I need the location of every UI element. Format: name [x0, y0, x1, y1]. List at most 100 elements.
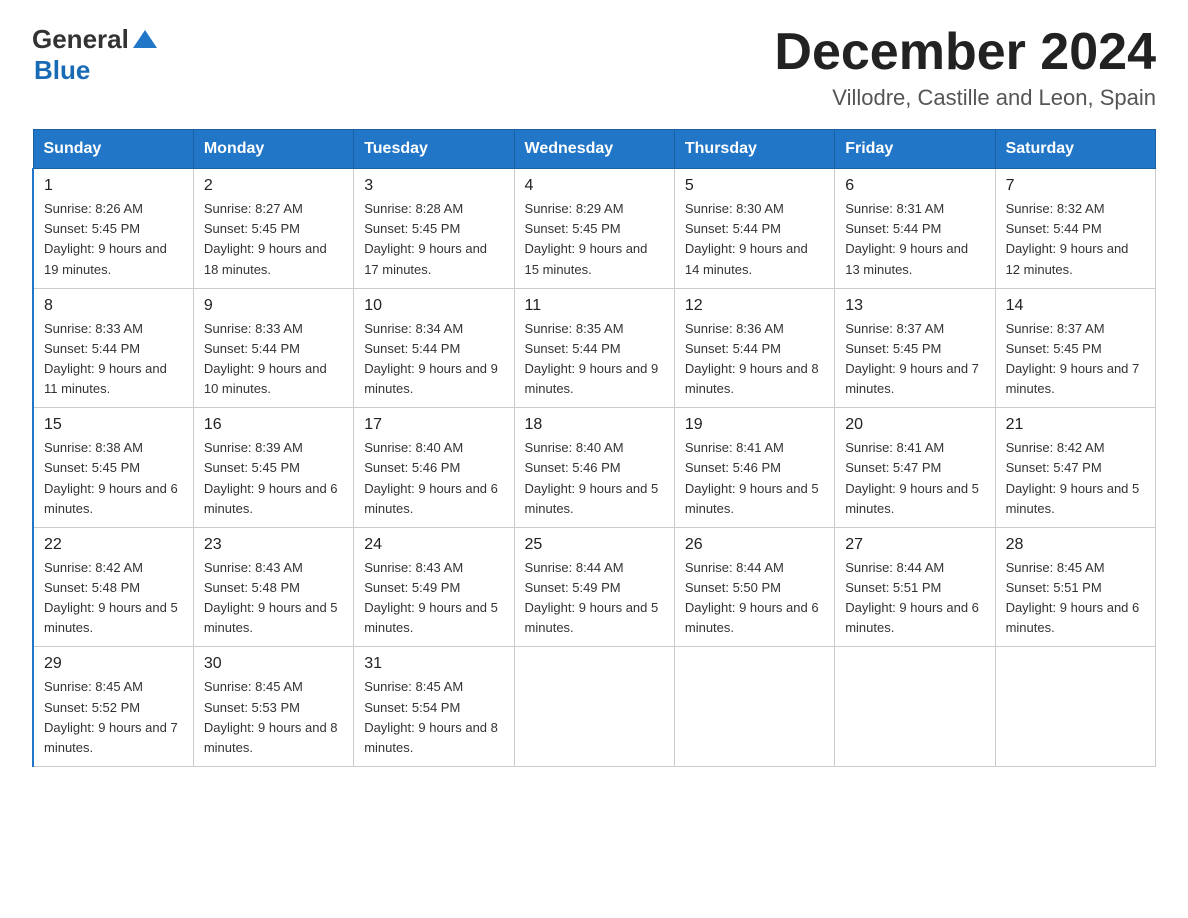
- header-monday: Monday: [193, 130, 353, 169]
- day-cell-9: 9 Sunrise: 8:33 AMSunset: 5:44 PMDayligh…: [193, 288, 353, 408]
- day-info: Sunrise: 8:44 AMSunset: 5:51 PMDaylight:…: [845, 560, 979, 635]
- day-info: Sunrise: 8:40 AMSunset: 5:46 PMDaylight:…: [525, 440, 659, 515]
- day-number: 29: [44, 655, 183, 673]
- day-cell-empty: [835, 647, 995, 767]
- day-info: Sunrise: 8:34 AMSunset: 5:44 PMDaylight:…: [364, 321, 498, 396]
- logo-icon: [131, 26, 159, 54]
- day-number: 20: [845, 416, 984, 434]
- day-cell-30: 30 Sunrise: 8:45 AMSunset: 5:53 PMDaylig…: [193, 647, 353, 767]
- day-number: 27: [845, 536, 984, 554]
- day-info: Sunrise: 8:29 AMSunset: 5:45 PMDaylight:…: [525, 201, 648, 276]
- day-info: Sunrise: 8:45 AMSunset: 5:52 PMDaylight:…: [44, 679, 178, 754]
- day-info: Sunrise: 8:39 AMSunset: 5:45 PMDaylight:…: [204, 440, 338, 515]
- day-cell-11: 11 Sunrise: 8:35 AMSunset: 5:44 PMDaylig…: [514, 288, 674, 408]
- day-info: Sunrise: 8:45 AMSunset: 5:51 PMDaylight:…: [1006, 560, 1140, 635]
- day-number: 26: [685, 536, 824, 554]
- day-number: 21: [1006, 416, 1145, 434]
- day-number: 6: [845, 177, 984, 195]
- day-number: 24: [364, 536, 503, 554]
- day-cell-28: 28 Sunrise: 8:45 AMSunset: 5:51 PMDaylig…: [995, 527, 1155, 647]
- header-friday: Friday: [835, 130, 995, 169]
- day-info: Sunrise: 8:36 AMSunset: 5:44 PMDaylight:…: [685, 321, 819, 396]
- location-title: Villodre, Castille and Leon, Spain: [774, 85, 1156, 111]
- day-number: 11: [525, 297, 664, 315]
- day-cell-14: 14 Sunrise: 8:37 AMSunset: 5:45 PMDaylig…: [995, 288, 1155, 408]
- day-number: 1: [44, 177, 183, 195]
- day-cell-27: 27 Sunrise: 8:44 AMSunset: 5:51 PMDaylig…: [835, 527, 995, 647]
- day-number: 17: [364, 416, 503, 434]
- day-cell-empty: [674, 647, 834, 767]
- day-number: 10: [364, 297, 503, 315]
- day-info: Sunrise: 8:43 AMSunset: 5:48 PMDaylight:…: [204, 560, 338, 635]
- day-cell-25: 25 Sunrise: 8:44 AMSunset: 5:49 PMDaylig…: [514, 527, 674, 647]
- day-cell-empty: [514, 647, 674, 767]
- day-number: 15: [44, 416, 183, 434]
- day-number: 25: [525, 536, 664, 554]
- weekday-header-row: Sunday Monday Tuesday Wednesday Thursday…: [33, 130, 1156, 169]
- day-info: Sunrise: 8:45 AMSunset: 5:54 PMDaylight:…: [364, 679, 498, 754]
- day-info: Sunrise: 8:43 AMSunset: 5:49 PMDaylight:…: [364, 560, 498, 635]
- logo-blue-text: Blue: [34, 55, 90, 86]
- day-cell-1: 1 Sunrise: 8:26 AMSunset: 5:45 PMDayligh…: [33, 169, 193, 289]
- header-tuesday: Tuesday: [354, 130, 514, 169]
- day-number: 30: [204, 655, 343, 673]
- day-cell-3: 3 Sunrise: 8:28 AMSunset: 5:45 PMDayligh…: [354, 169, 514, 289]
- day-number: 14: [1006, 297, 1145, 315]
- day-number: 18: [525, 416, 664, 434]
- day-info: Sunrise: 8:28 AMSunset: 5:45 PMDaylight:…: [364, 201, 487, 276]
- day-info: Sunrise: 8:45 AMSunset: 5:53 PMDaylight:…: [204, 679, 338, 754]
- day-number: 7: [1006, 177, 1145, 195]
- day-info: Sunrise: 8:41 AMSunset: 5:47 PMDaylight:…: [845, 440, 979, 515]
- week-row-3: 15 Sunrise: 8:38 AMSunset: 5:45 PMDaylig…: [33, 408, 1156, 528]
- day-cell-18: 18 Sunrise: 8:40 AMSunset: 5:46 PMDaylig…: [514, 408, 674, 528]
- month-title: December 2024: [774, 24, 1156, 81]
- day-info: Sunrise: 8:27 AMSunset: 5:45 PMDaylight:…: [204, 201, 327, 276]
- day-number: 31: [364, 655, 503, 673]
- day-number: 16: [204, 416, 343, 434]
- week-row-1: 1 Sunrise: 8:26 AMSunset: 5:45 PMDayligh…: [33, 169, 1156, 289]
- day-info: Sunrise: 8:26 AMSunset: 5:45 PMDaylight:…: [44, 201, 167, 276]
- day-cell-31: 31 Sunrise: 8:45 AMSunset: 5:54 PMDaylig…: [354, 647, 514, 767]
- logo: General Blue: [32, 24, 159, 86]
- day-cell-5: 5 Sunrise: 8:30 AMSunset: 5:44 PMDayligh…: [674, 169, 834, 289]
- day-cell-22: 22 Sunrise: 8:42 AMSunset: 5:48 PMDaylig…: [33, 527, 193, 647]
- day-number: 28: [1006, 536, 1145, 554]
- header-thursday: Thursday: [674, 130, 834, 169]
- day-info: Sunrise: 8:33 AMSunset: 5:44 PMDaylight:…: [44, 321, 167, 396]
- day-number: 22: [44, 536, 183, 554]
- day-number: 3: [364, 177, 503, 195]
- calendar-table: Sunday Monday Tuesday Wednesday Thursday…: [32, 129, 1156, 767]
- header-wednesday: Wednesday: [514, 130, 674, 169]
- day-info: Sunrise: 8:33 AMSunset: 5:44 PMDaylight:…: [204, 321, 327, 396]
- day-cell-13: 13 Sunrise: 8:37 AMSunset: 5:45 PMDaylig…: [835, 288, 995, 408]
- day-cell-6: 6 Sunrise: 8:31 AMSunset: 5:44 PMDayligh…: [835, 169, 995, 289]
- day-cell-10: 10 Sunrise: 8:34 AMSunset: 5:44 PMDaylig…: [354, 288, 514, 408]
- day-info: Sunrise: 8:42 AMSunset: 5:48 PMDaylight:…: [44, 560, 178, 635]
- day-info: Sunrise: 8:38 AMSunset: 5:45 PMDaylight:…: [44, 440, 178, 515]
- day-number: 19: [685, 416, 824, 434]
- day-cell-8: 8 Sunrise: 8:33 AMSunset: 5:44 PMDayligh…: [33, 288, 193, 408]
- day-cell-12: 12 Sunrise: 8:36 AMSunset: 5:44 PMDaylig…: [674, 288, 834, 408]
- day-cell-26: 26 Sunrise: 8:44 AMSunset: 5:50 PMDaylig…: [674, 527, 834, 647]
- title-area: December 2024 Villodre, Castille and Leo…: [774, 24, 1156, 111]
- day-cell-21: 21 Sunrise: 8:42 AMSunset: 5:47 PMDaylig…: [995, 408, 1155, 528]
- day-info: Sunrise: 8:31 AMSunset: 5:44 PMDaylight:…: [845, 201, 968, 276]
- header-saturday: Saturday: [995, 130, 1155, 169]
- day-cell-29: 29 Sunrise: 8:45 AMSunset: 5:52 PMDaylig…: [33, 647, 193, 767]
- day-cell-empty: [995, 647, 1155, 767]
- day-cell-15: 15 Sunrise: 8:38 AMSunset: 5:45 PMDaylig…: [33, 408, 193, 528]
- day-number: 4: [525, 177, 664, 195]
- week-row-2: 8 Sunrise: 8:33 AMSunset: 5:44 PMDayligh…: [33, 288, 1156, 408]
- day-info: Sunrise: 8:42 AMSunset: 5:47 PMDaylight:…: [1006, 440, 1140, 515]
- day-cell-2: 2 Sunrise: 8:27 AMSunset: 5:45 PMDayligh…: [193, 169, 353, 289]
- day-number: 2: [204, 177, 343, 195]
- day-number: 23: [204, 536, 343, 554]
- logo-general: General: [32, 24, 129, 55]
- day-cell-4: 4 Sunrise: 8:29 AMSunset: 5:45 PMDayligh…: [514, 169, 674, 289]
- day-info: Sunrise: 8:37 AMSunset: 5:45 PMDaylight:…: [1006, 321, 1140, 396]
- day-cell-20: 20 Sunrise: 8:41 AMSunset: 5:47 PMDaylig…: [835, 408, 995, 528]
- week-row-5: 29 Sunrise: 8:45 AMSunset: 5:52 PMDaylig…: [33, 647, 1156, 767]
- day-cell-19: 19 Sunrise: 8:41 AMSunset: 5:46 PMDaylig…: [674, 408, 834, 528]
- day-number: 13: [845, 297, 984, 315]
- day-number: 8: [44, 297, 183, 315]
